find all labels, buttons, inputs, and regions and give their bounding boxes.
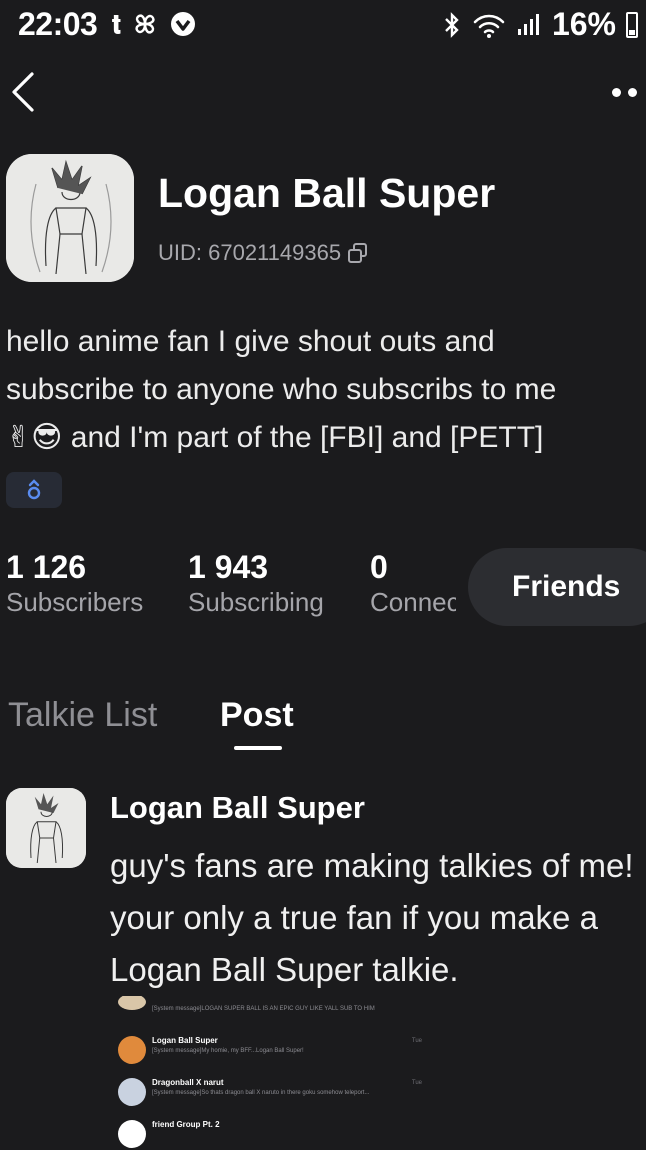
stat-label: Subscribers: [6, 587, 144, 617]
more-dot-icon: [628, 88, 637, 97]
chat-title: Logan Ball Super: [152, 1036, 218, 1045]
back-button[interactable]: [6, 68, 46, 116]
copy-icon[interactable]: [347, 242, 369, 264]
uid-text: UID: 67021149365: [158, 240, 342, 265]
stat-label: Subscribing: [188, 587, 324, 617]
chat-time: Tue: [411, 1038, 422, 1044]
chat-message: [System message]So thats dragon ball X n…: [152, 1090, 370, 1096]
stat-subscribing[interactable]: 1 943 Subscribing: [188, 548, 324, 618]
post-author-name[interactable]: Logan Ball Super: [110, 790, 365, 826]
battery-icon: [626, 11, 638, 38]
post-author-avatar[interactable]: [6, 788, 86, 868]
chat-avatar: [118, 1078, 146, 1106]
avatar-sketch-image: [6, 788, 86, 868]
stat-subscribers[interactable]: 1 126 Subscribers: [6, 548, 143, 618]
chat-preview-row: [System message]LOGAN SUPER BALL IS AN E…: [118, 996, 375, 1012]
chat-time: Tue: [411, 1080, 422, 1086]
stat-value: 0: [370, 549, 388, 585]
chat-title: friend Group Pt. 2: [152, 1120, 220, 1129]
post-text: guy's fans are making talkies of me! you…: [110, 847, 634, 988]
more-options-button[interactable]: [610, 80, 646, 104]
bluetooth-icon: [445, 11, 459, 38]
active-tab-indicator: [234, 746, 282, 750]
uid-row: UID: 67021149365: [158, 240, 369, 266]
t-icon: 𝐭: [112, 9, 121, 39]
chat-preview-row: friend Group Pt. 2: [118, 1120, 220, 1148]
stat-value: 1 126: [6, 549, 87, 585]
avatar-sketch-image: [6, 154, 134, 282]
profile-bio: hello anime fan I give shout outs and su…: [6, 318, 636, 462]
stat-value: 1 943: [188, 549, 269, 585]
bio-emoji: ✌😎: [6, 421, 63, 454]
signal-icon: [517, 13, 539, 35]
more-dot-icon: [612, 88, 621, 97]
bio-line-text: and I'm part of the [FBI] and [PETT]: [70, 421, 544, 454]
tab-post[interactable]: Post: [220, 696, 294, 735]
status-time: 22:03: [18, 6, 98, 42]
bio-line: subscribe to anyone who subscribs to me: [6, 373, 557, 406]
stat-connections[interactable]: 0 Connections: [370, 548, 456, 618]
friends-button[interactable]: Friends: [468, 548, 646, 626]
chat-avatar: [118, 1120, 146, 1148]
gender-male-icon: [27, 479, 41, 500]
status-bar: 22:03 𝐭 16%: [0, 0, 646, 52]
post-image[interactable]: [System message]LOGAN SUPER BALL IS AN E…: [112, 996, 436, 1150]
profile-name: Logan Ball Super: [158, 170, 496, 216]
chevron-left-icon: [12, 72, 34, 112]
battery-percent: 16%: [551, 6, 616, 42]
gender-badge: [6, 472, 62, 508]
wifi-icon: [473, 14, 505, 38]
chat-avatar: [118, 996, 146, 1010]
chat-title: Dragonball X narut: [152, 1078, 224, 1087]
chat-avatar: [118, 1036, 146, 1064]
chat-message: [System message]My homie, my BFF...Logan…: [152, 1048, 304, 1054]
stat-label: Connections: [370, 587, 456, 617]
pinwheel-icon: [135, 14, 155, 34]
profile-avatar[interactable]: [6, 154, 134, 282]
bio-line: ✌😎 and I'm part of the [FBI] and [PETT]: [6, 414, 636, 462]
vpn-shield-icon: [170, 12, 195, 36]
notification-icons: 𝐭: [112, 10, 197, 38]
chat-message: [System message]LOGAN SUPER BALL IS AN E…: [152, 1006, 375, 1012]
system-icons: 16%: [442, 6, 638, 43]
chat-preview-row: Logan Ball Super [System message]My homi…: [118, 1036, 304, 1064]
bio-line: hello anime fan I give shout outs and: [6, 325, 495, 358]
profile-screen: 22:03 𝐭 16% Logan Ball Super UID: 670211…: [0, 0, 646, 1150]
tab-talkie-list[interactable]: Talkie List: [8, 696, 157, 735]
chat-preview-row: Dragonball X narut [System message]So th…: [118, 1078, 369, 1106]
